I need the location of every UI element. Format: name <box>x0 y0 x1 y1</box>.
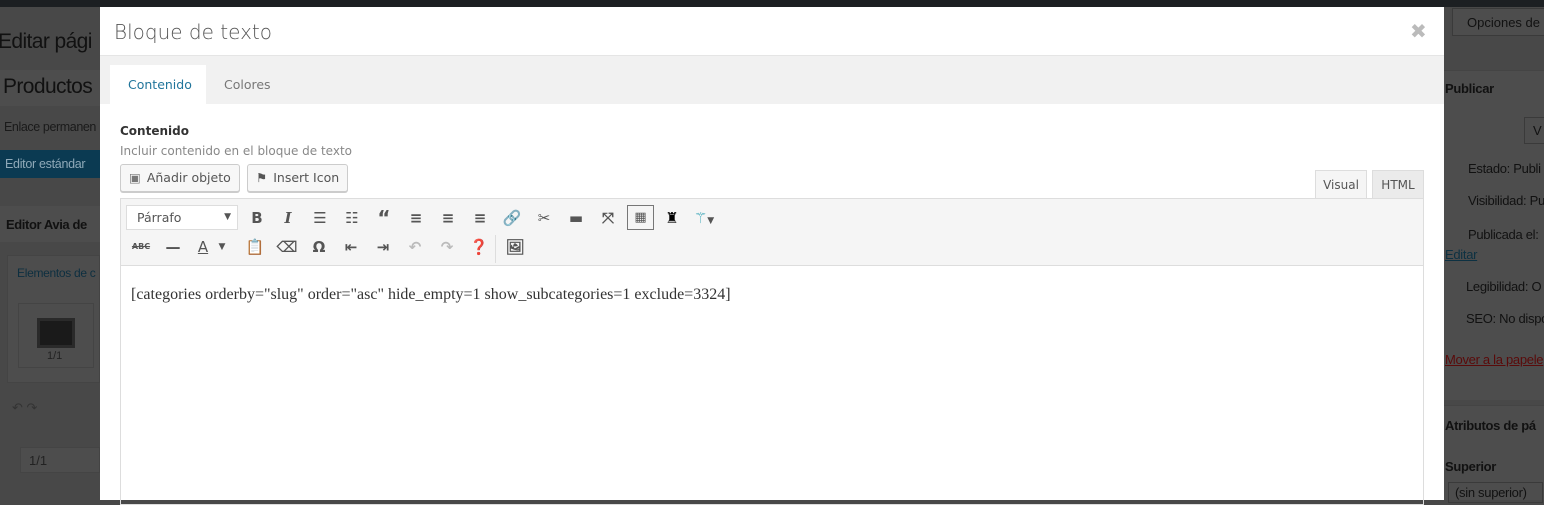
editor-content[interactable]: [categories orderby="slug" order="asc" h… <box>120 265 1424 505</box>
paste-text-icon[interactable]: 📋 <box>243 235 267 259</box>
status-text: Estado: Publi <box>1468 161 1541 176</box>
post-title-input[interactable]: Productos <box>3 75 93 99</box>
published-text: Publicada el: <box>1468 227 1539 242</box>
fullscreen-icon[interactable]: ⤧ <box>596 206 620 230</box>
tab-html[interactable]: HTML <box>1372 170 1424 199</box>
elements-panel: Elementos de c 1/1 <box>7 255 100 383</box>
standard-editor-button[interactable]: Editor estándar <box>5 157 86 171</box>
flag-icon: ⚑ <box>256 170 268 185</box>
align-left-icon[interactable]: ≡ <box>404 206 428 230</box>
element-column-1-1[interactable]: 1/1 <box>18 303 94 368</box>
blockquote-icon[interactable]: “ <box>372 206 396 230</box>
insert-icon-button[interactable]: ⚑ Insert Icon <box>247 164 349 192</box>
publish-box: Publicar V Estado: Publi Visibilidad: Pu… <box>1444 70 1544 400</box>
help-icon[interactable]: ❓ <box>467 235 491 259</box>
modal-title: Bloque de texto <box>114 20 272 44</box>
toolbar-divider <box>495 235 496 263</box>
insert-icon-label: Insert Icon <box>273 170 340 185</box>
elements-label: Elementos de c <box>17 266 96 280</box>
tab-visual[interactable]: Visual <box>1315 170 1367 199</box>
editor-toolbar: Párrafo ▼ B I ☰ ☷ “ ≡ ≡ ≡ 🔗 ✂ ▬ ⤧ ▦ ♜ ⚚▼ … <box>120 198 1424 266</box>
horizontal-line-icon[interactable]: — <box>161 235 185 259</box>
visibility-text: Visibilidad: Pu <box>1468 193 1544 208</box>
strikethrough-icon[interactable]: ABC <box>129 235 153 259</box>
modal-header: Bloque de texto ✖ <box>100 7 1444 56</box>
chevron-down-icon[interactable]: ▼ <box>215 235 229 259</box>
indent-icon[interactable]: ⇥ <box>371 235 395 259</box>
permalink: Enlace permanen <box>4 120 96 134</box>
tab-contenido[interactable]: Contenido <box>110 65 206 104</box>
undo-icon[interactable]: ↶ <box>403 235 427 259</box>
text-color-icon[interactable]: A <box>191 235 215 259</box>
modal-tabs: Contenido Colores <box>100 56 1444 104</box>
field-label: Contenido <box>120 124 189 138</box>
bullet-list-icon[interactable]: ☰ <box>308 206 332 230</box>
text-block-modal: Bloque de texto ✖ Contenido Colores Cont… <box>100 7 1444 505</box>
publish-title: Publicar <box>1445 81 1494 96</box>
align-center-icon[interactable]: ≡ <box>436 206 460 230</box>
row-section[interactable]: 1/1 <box>20 447 100 473</box>
format-select[interactable]: Párrafo ▼ <box>126 205 238 230</box>
seo-text: SEO: No dispo <box>1466 311 1544 326</box>
unlink-icon[interactable]: ✂ <box>532 206 556 230</box>
magic-wand-icon[interactable]: ⚚▼ <box>692 206 716 230</box>
readability-text: Legibilidad: O <box>1466 279 1542 294</box>
screen-options-button[interactable]: Opciones de <box>1452 8 1544 36</box>
italic-icon[interactable]: I <box>276 206 300 230</box>
chevron-down-icon: ▼ <box>224 212 231 222</box>
redo-icon[interactable]: ↷ <box>435 235 459 259</box>
add-media-button[interactable]: ▣ Añadir objeto <box>120 164 240 192</box>
gallery-icon[interactable]: 🖼 <box>503 235 527 259</box>
column-icon <box>37 318 75 348</box>
parent-label: Superior <box>1445 459 1497 474</box>
undo-redo-icons[interactable]: ↶ ↷ <box>12 400 37 416</box>
element-label: 1/1 <box>47 350 63 362</box>
page-attributes-box: Atributos de pá Superior (sin superior) <box>1444 405 1544 503</box>
field-description: Incluir contenido en el bloque de texto <box>120 144 352 158</box>
bold-icon[interactable]: B <box>245 206 269 230</box>
link-icon[interactable]: 🔗 <box>500 206 524 230</box>
attributes-title: Atributos de pá <box>1445 418 1536 433</box>
clear-formatting-icon[interactable]: ⌫ <box>275 235 299 259</box>
avia-editor-header: Editor Avia de <box>6 217 87 232</box>
special-character-icon[interactable]: Ω <box>307 235 331 259</box>
page-title: Editar pági <box>0 30 92 53</box>
numbered-list-icon[interactable]: ☷ <box>340 206 364 230</box>
close-icon[interactable]: ✖ <box>1410 19 1427 43</box>
preview-button[interactable]: V <box>1524 117 1544 144</box>
shortcode-wizard-icon[interactable]: ♜ <box>660 206 684 230</box>
shortcode-text: [categories orderby="slug" order="asc" h… <box>131 286 731 303</box>
tab-colores[interactable]: Colores <box>206 65 289 104</box>
format-value: Párrafo <box>137 210 182 225</box>
admin-bar <box>0 0 1544 7</box>
media-icon: ▣ <box>129 170 141 185</box>
align-right-icon[interactable]: ≡ <box>468 206 492 230</box>
edit-date-link[interactable]: Editar <box>1445 247 1477 262</box>
toolbar-toggle-icon[interactable]: ▦ <box>627 205 654 230</box>
outdent-icon[interactable]: ⇤ <box>339 235 363 259</box>
add-media-label: Añadir objeto <box>146 170 231 185</box>
read-more-icon[interactable]: ▬ <box>564 206 588 230</box>
trash-link[interactable]: Mover a la papele <box>1445 352 1544 367</box>
